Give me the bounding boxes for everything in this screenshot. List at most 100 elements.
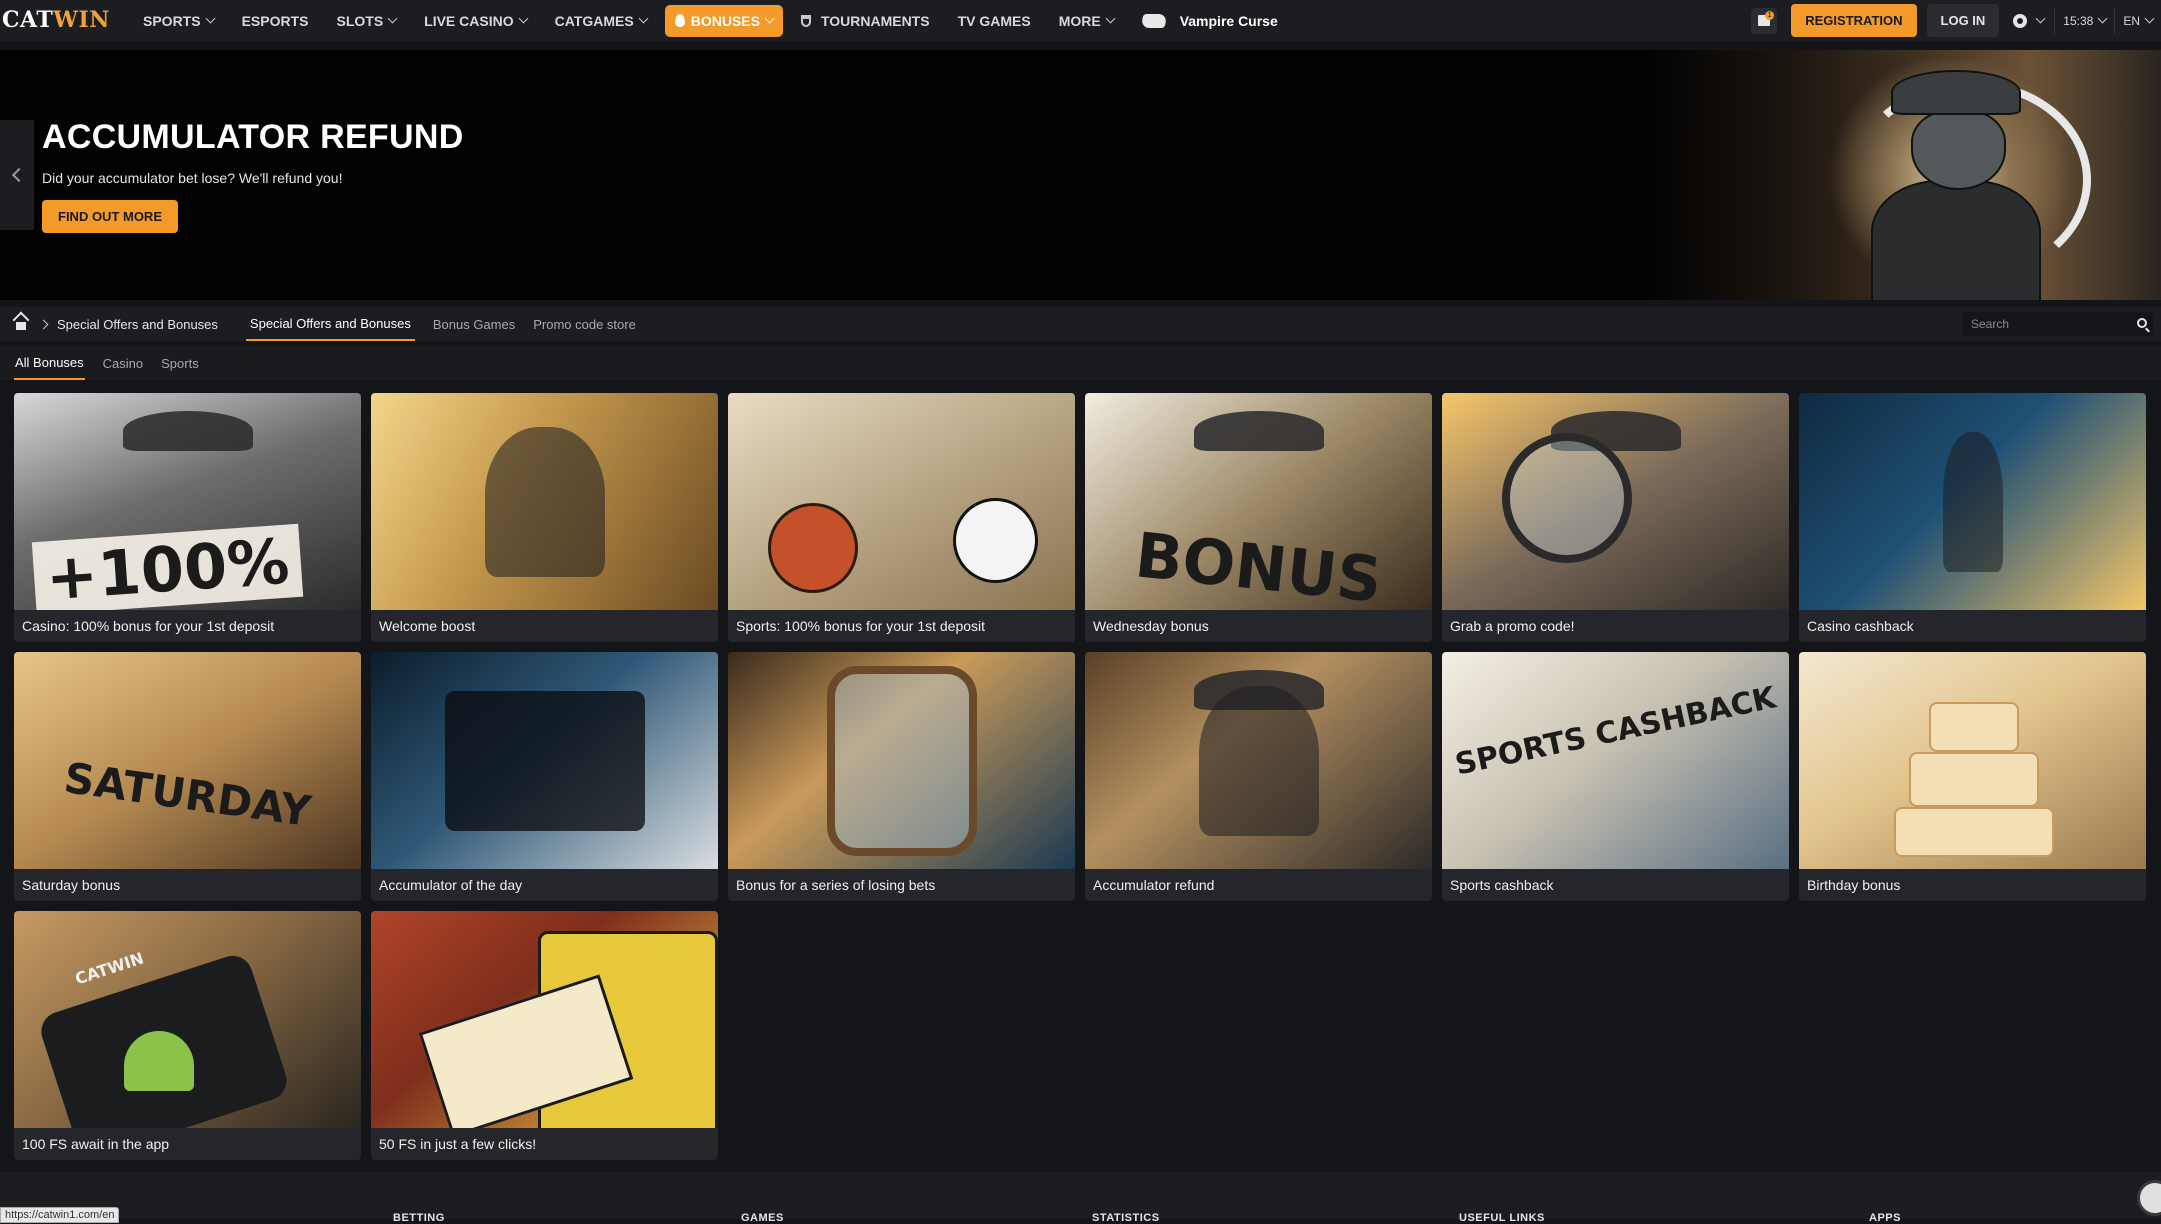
bonus-card[interactable]: Casino cashback [1799,393,2146,642]
search-input[interactable] [1971,317,2131,331]
nav-more[interactable]: MORE [1059,13,1116,29]
bonus-card[interactable]: Welcome boost [371,393,718,642]
bonus-card-title: 50 FS in just a few clicks! [379,1136,537,1152]
cat-detective-face [1911,110,2006,190]
promo-banner[interactable]: ACCUMULATOR REFUND Did your accumulator … [0,50,2161,300]
nav-sports-label: SPORTS [143,12,201,29]
bonus-card-title: Bonus for a series of losing bets [736,877,936,893]
find-out-more-button[interactable]: FIND OUT MORE [42,200,178,233]
bonus-card[interactable]: SATURDAY Saturday bonus [14,652,361,901]
filter-all-bonuses[interactable]: All Bonuses [14,346,85,380]
cat-hat [1193,411,1324,451]
bonus-card[interactable]: Accumulator of the day [371,652,718,901]
breadcrumb[interactable]: Special Offers and Bonuses [57,317,218,332]
chevron-down-icon [2035,13,2046,24]
bonus-card[interactable]: SPORTS CASHBACK Sports cashback [1442,652,1789,901]
chevron-down-icon [2144,13,2155,24]
footer-heading-games: GAMES [741,1212,784,1224]
bonus-card-image: +100% [14,393,361,610]
main-nav: SPORTS ESPORTS SLOTS LIVE CASINO CATGAME… [143,0,1306,41]
chevron-down-icon [1105,13,1116,24]
logo-text-win: WIN [53,7,110,33]
bonus-card-image: CATWIN [14,911,361,1128]
chevron-down-icon [387,13,398,24]
bonus-card[interactable]: Sports: 100% bonus for your 1st deposit [728,393,1075,642]
bonus-card-image [1442,393,1789,610]
chevron-down-icon [638,13,649,24]
tab-bonus-games[interactable]: Bonus Games [433,307,515,341]
tab-promo-code-store[interactable]: Promo code store [533,307,636,341]
cat-hat [122,411,253,451]
nav-catgames[interactable]: CATGAMES [555,13,649,29]
nav-live-casino[interactable]: LIVE CASINO [424,13,529,29]
image-caption: BONUS [1131,518,1386,610]
bonus-card[interactable]: BONUS Wednesday bonus [1085,393,1432,642]
flame-icon [674,14,685,27]
language-selector[interactable]: EN [2114,7,2161,34]
language-label: EN [2123,13,2140,28]
filter-sports[interactable]: Sports [161,346,199,380]
bonus-card-title: Wednesday bonus [1093,618,1209,634]
image-caption: +100% [31,523,304,610]
bonus-card-image [1799,652,2146,869]
home-icon[interactable] [14,318,28,330]
bonus-card[interactable]: Birthday bonus [1799,652,2146,901]
settings-button[interactable] [2013,13,2054,28]
chevron-left-icon [11,167,27,183]
footer-heading-betting: BETTING [393,1212,445,1224]
nav-esports[interactable]: ESPORTS [242,13,309,29]
tab-special-offers[interactable]: Special Offers and Bonuses [245,307,415,341]
bonus-card[interactable]: Bonus for a series of losing bets [728,652,1075,901]
chevron-down-icon [764,13,775,24]
bonus-card-title: Accumulator refund [1093,877,1215,893]
image-caption: CATWIN [72,948,147,989]
magnifier [1502,433,1632,563]
bonus-card-image [371,911,718,1128]
bonus-filters: All Bonuses Casino Sports [0,346,2161,380]
bonus-card-title: Casino cashback [1807,618,1914,634]
nav-bonuses[interactable]: BONUSES [664,4,783,37]
filter-casino[interactable]: Casino [103,346,143,380]
bonus-card-image [1085,652,1432,869]
gift-button[interactable]: 1 [1751,7,1778,34]
bonus-card[interactable]: Grab a promo code! [1442,393,1789,642]
nav-featured-game[interactable]: Vampire Curse [1140,12,1278,29]
featured-game-label: Vampire Curse [1179,12,1278,29]
login-button[interactable]: LOG IN [1926,4,2000,37]
site-logo[interactable]: CATWIN [2,7,110,33]
bonus-card[interactable]: +100% Casino: 100% bonus for your 1st de… [14,393,361,642]
banner-subtitle: Did your accumulator bet lose? We'll ref… [42,170,343,186]
chevron-right-icon [38,319,49,329]
bonus-card[interactable]: Accumulator refund [1085,652,1432,901]
bonus-card-image: SPORTS CASHBACK [1442,652,1789,869]
nav-tournaments-label: TOURNAMENTS [820,12,930,29]
image-caption: SPORTS CASHBACK [1452,680,1779,783]
search-icon[interactable] [2137,318,2147,328]
running-cat [484,426,605,577]
section-nav: Special Offers and Bonuses Special Offer… [0,307,2161,341]
footer-heading-useful-links: USEFUL LINKS [1459,1212,1545,1224]
gift-badge: 1 [1765,10,1775,20]
search-box [1963,312,2153,336]
nav-slots[interactable]: SLOTS [336,13,398,29]
footer-heading-statistics: STATISTICS [1092,1212,1160,1224]
birthday-cake [1929,702,2019,752]
bonus-card-title: Grab a promo code! [1450,618,1575,634]
footer-heading-apps: APPS [1869,1212,1901,1224]
time-selector[interactable]: 15:38 [2054,7,2114,34]
bonus-card[interactable]: 50 FS in just a few clicks! [371,911,718,1160]
banner-prev-button[interactable] [0,120,34,230]
nav-tv-games-label: TV GAMES [957,12,1031,29]
birthday-cake [1894,807,2054,857]
featured-game-icon [1140,13,1168,28]
cat-detective-body [1871,180,2041,300]
bonus-card-title: Saturday bonus [22,877,121,893]
nav-tv-games[interactable]: TV GAMES [958,13,1031,29]
cat-detective [1198,685,1319,836]
nav-sports[interactable]: SPORTS [143,12,216,29]
locomotive [444,690,645,831]
standing-cat [1942,431,2003,572]
nav-tournaments[interactable]: TOURNAMENTS [800,12,930,29]
bonus-card[interactable]: CATWIN 100 FS await in the app [14,911,361,1160]
registration-button[interactable]: REGISTRATION [1791,4,1917,37]
